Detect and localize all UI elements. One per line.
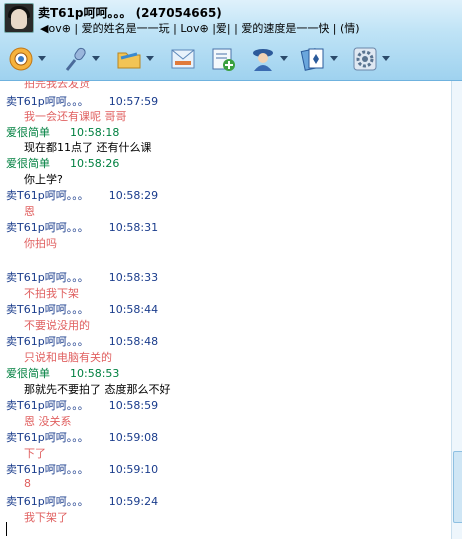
message-header: 卖T61p呵呵。。。 10:58:31: [6, 219, 158, 235]
window-header: 卖T61p呵呵。。。 (247054665) ◀ov⊕ | 爱的姓名是一一玩 |…: [0, 0, 462, 81]
message-time: 10:58:48: [108, 335, 159, 348]
webcam-icon: [9, 47, 33, 71]
message-header: 卖T61p呵呵。。。 10:59:10: [6, 461, 158, 477]
sender-name[interactable]: 卖T61p呵呵。。。: [6, 399, 89, 412]
cards-icon: [300, 48, 324, 71]
message-time: 10:58:33: [108, 271, 159, 284]
sender-name[interactable]: 卖T61p呵呵。。。: [6, 431, 89, 444]
sender-name[interactable]: 爱很简单: [6, 157, 50, 170]
message-text: 我下架了: [24, 511, 68, 524]
microphone-icon: [65, 47, 86, 71]
chat-scrollbar[interactable]: [451, 81, 462, 539]
message-header: 卖T61p呵呵。。。 10:57:59: [6, 93, 158, 109]
message-text: 恩 没关系: [24, 415, 72, 428]
sender-name[interactable]: 爱很简单: [6, 126, 50, 139]
message-text: 你拍吗: [24, 237, 57, 250]
folder-icon: [117, 52, 141, 69]
message-header: 爱很简单 10:58:26: [6, 155, 119, 171]
sender-name[interactable]: 卖T61p呵呵。。。: [6, 335, 89, 348]
message-text: 8: [24, 477, 31, 490]
chevron-down-icon[interactable]: [146, 56, 154, 61]
message-header: 爱很简单 10:58:18: [6, 124, 119, 140]
message-text: 现在都11点了 还有什么课: [24, 141, 152, 154]
chat-history[interactable]: 拍完我去发货 卖T61p呵呵。。。 10:57:59 我一会还有课呢 哥哥爱很简单 1…: [0, 81, 450, 539]
sender-name[interactable]: 卖T61p呵呵。。。: [6, 95, 89, 108]
message-text: 你上学?: [24, 173, 63, 186]
message-header: 卖T61p呵呵。。。 10:58:29: [6, 187, 158, 203]
chevron-down-icon[interactable]: [38, 56, 46, 61]
message-header: 爱很简单 10:58:53: [6, 365, 119, 381]
message-header: 卖T61p呵呵。。。 10:59:24: [6, 493, 158, 509]
message-time: 10:58:18: [70, 126, 120, 139]
message-time: 10:58:44: [108, 303, 159, 316]
sender-name[interactable]: 爱很简单: [6, 367, 50, 380]
message-header: 卖T61p呵呵。。。 10:58:44: [6, 301, 158, 317]
message-text: 不要说没用的: [24, 319, 90, 332]
contact-avatar[interactable]: [4, 3, 34, 33]
message-time: 10:58:26: [70, 157, 120, 170]
message-time: 10:59:10: [108, 463, 159, 476]
message-text: 恩: [24, 205, 35, 218]
contact-name: 卖T61p呵呵。。。: [38, 6, 132, 20]
message-header: 卖T61p呵呵。。。 10:59:08: [6, 429, 158, 445]
chevron-down-icon[interactable]: [92, 56, 100, 61]
toolbar: [0, 42, 462, 78]
chevron-down-icon[interactable]: [382, 56, 390, 61]
message-time: 10:57:59: [108, 95, 159, 108]
message-text: 那就先不要拍了 态度那么不好: [24, 383, 171, 396]
message-header: 卖T61p呵呵。。。 10:58:33: [6, 269, 158, 285]
message-time: 10:58:59: [108, 399, 159, 412]
contact-signature: ◀ov⊕ | 爱的姓名是一一玩 | Lov⊕ |爱| | 爱的速度是一一快 | …: [40, 22, 360, 35]
message-text: 下了: [24, 447, 46, 460]
message-time: 10:58:31: [108, 221, 159, 234]
message-text: 只说和电脑有关的: [24, 351, 112, 364]
message-time: 10:58:53: [70, 367, 120, 380]
sender-name[interactable]: 卖T61p呵呵。。。: [6, 271, 89, 284]
scrollbar-thumb[interactable]: [453, 451, 462, 523]
message-time: 10:59:24: [108, 495, 159, 508]
message-header: 卖T61p呵呵。。。 10:58:48: [6, 333, 158, 349]
contact-qq-number: (247054665): [135, 6, 222, 20]
sender-name[interactable]: 卖T61p呵呵。。。: [6, 189, 89, 202]
add-contact-icon: [212, 48, 235, 71]
sender-name[interactable]: 卖T61p呵呵。。。: [6, 495, 89, 508]
chevron-down-icon[interactable]: [330, 56, 338, 61]
message-text: 我一会还有课呢 哥哥: [24, 110, 127, 123]
mail-icon: [171, 49, 195, 69]
message-time: 10:58:29: [108, 189, 159, 202]
gear-icon: [353, 47, 377, 71]
sender-name[interactable]: 卖T61p呵呵。。。: [6, 221, 89, 234]
message-time: 10:59:08: [108, 431, 159, 444]
contact-title: 卖T61p呵呵。。。 (247054665): [38, 4, 222, 21]
input-caret[interactable]: [6, 522, 7, 536]
message-text: 不拍我下架: [24, 287, 79, 300]
sender-name[interactable]: 卖T61p呵呵。。。: [6, 463, 89, 476]
chevron-down-icon[interactable]: [280, 56, 288, 61]
user-icon: [253, 49, 273, 71]
message-header: 卖T61p呵呵。。。 10:58:59: [6, 397, 158, 413]
sender-name[interactable]: 卖T61p呵呵。。。: [6, 303, 89, 316]
message-text: 拍完我去发货: [24, 81, 90, 90]
